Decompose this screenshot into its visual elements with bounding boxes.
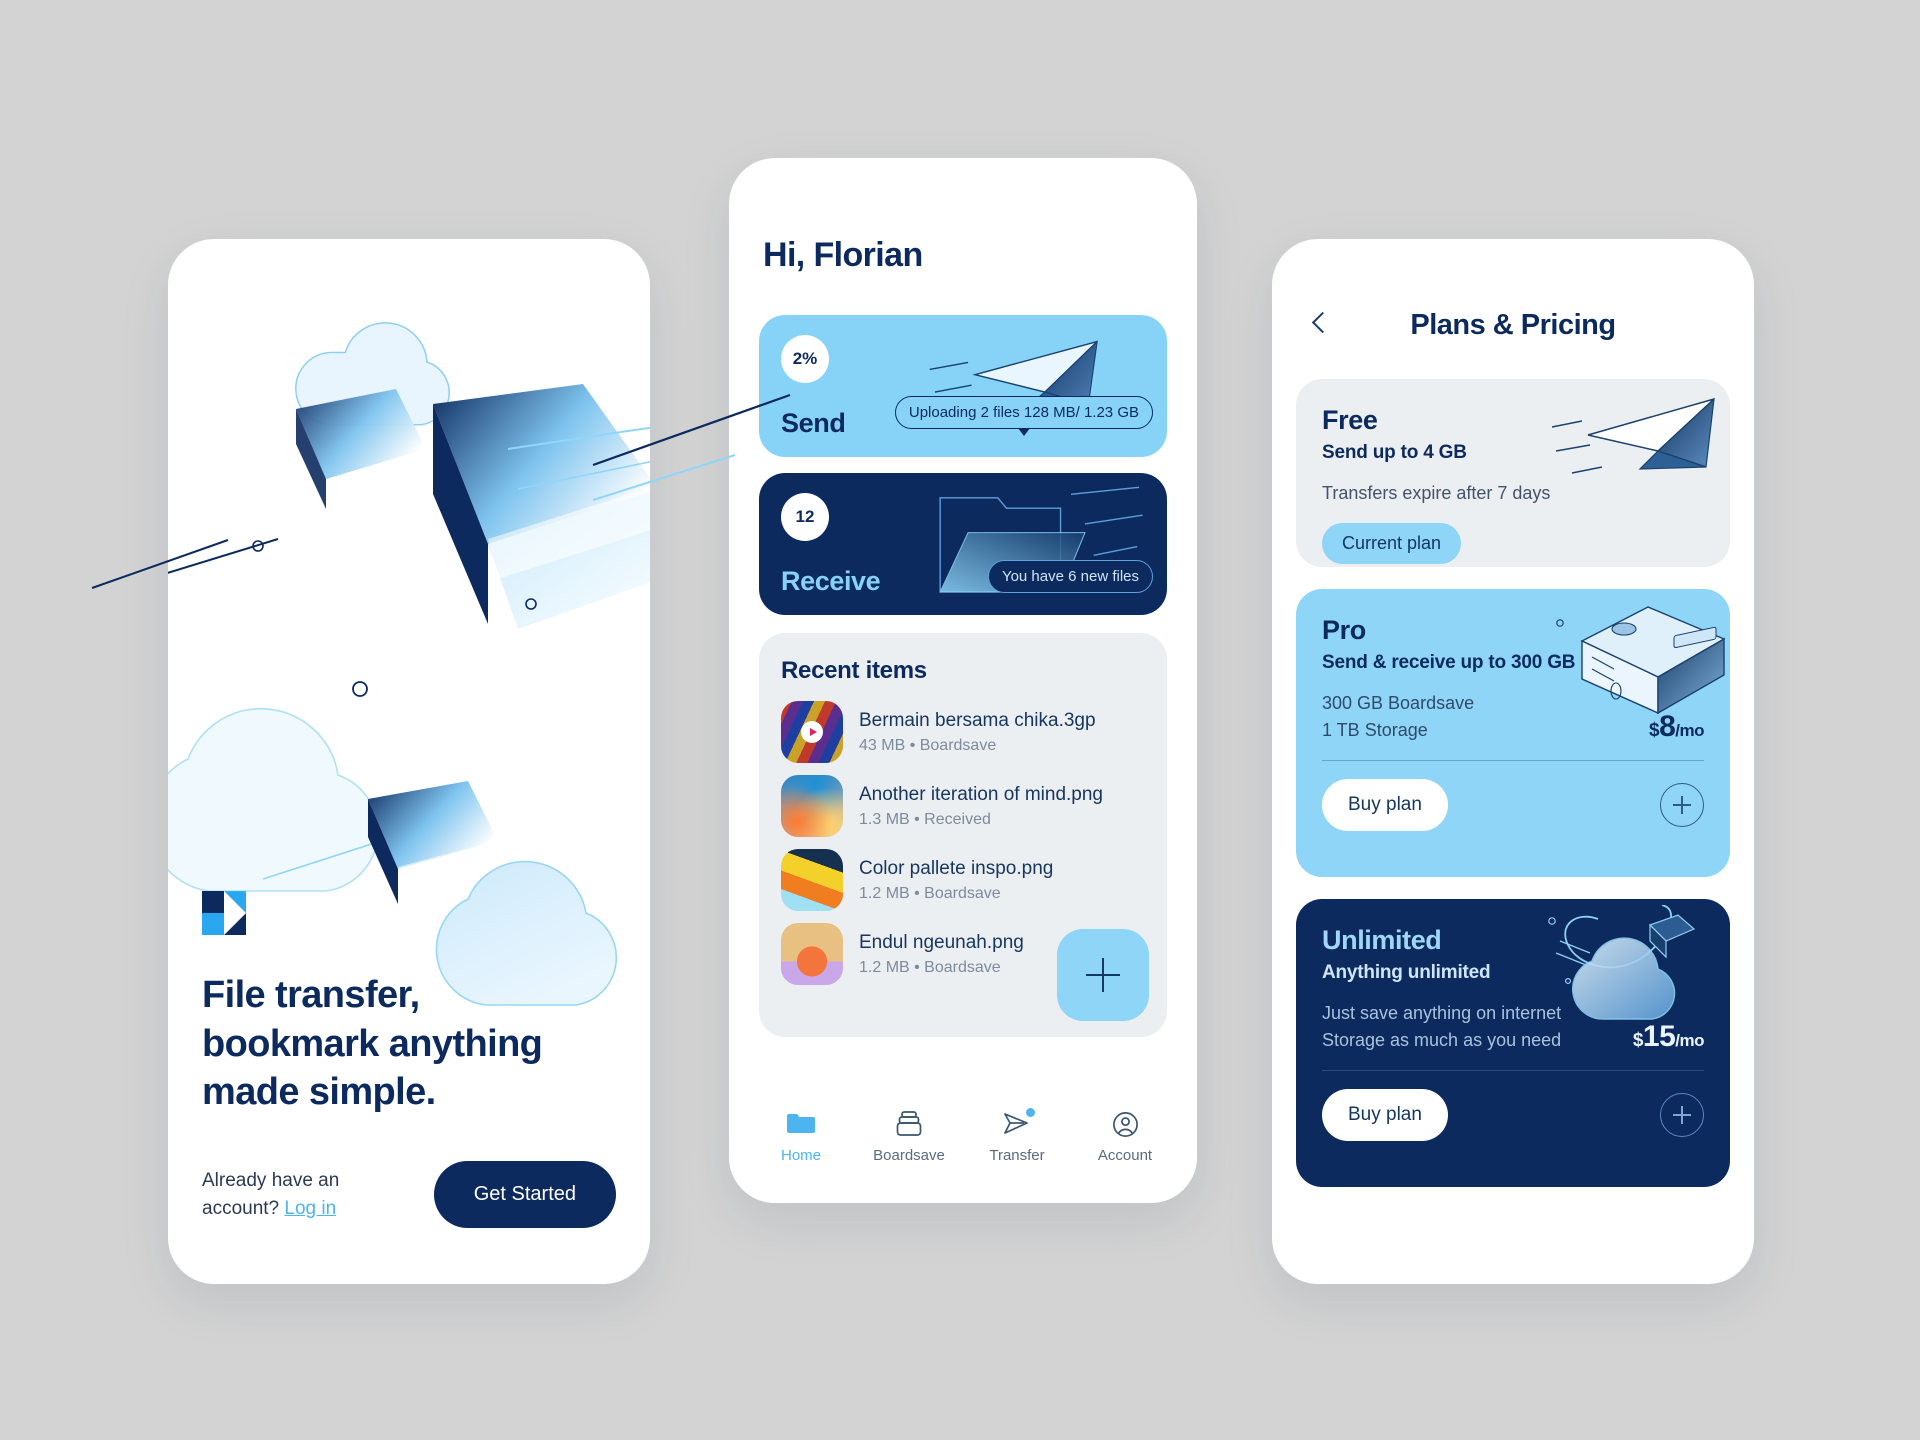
receive-status-pill: You have 6 new files (987, 560, 1153, 593)
notification-dot (1026, 1108, 1035, 1117)
tab-label: Boardsave (873, 1147, 945, 1164)
current-plan-badge[interactable]: Current plan (1322, 523, 1462, 564)
file-name: Color pallete inspo.png (859, 857, 1054, 879)
plan-name: Unlimited (1322, 925, 1442, 955)
recent-items-title: Recent items (781, 657, 927, 684)
plan-tagline: Send & receive up to 300 GB (1322, 652, 1576, 673)
plan-list: Free Send up to 4 GB Transfers expire af… (1272, 351, 1754, 1187)
upload-percent-badge: 2% (781, 335, 829, 383)
home-screen: Hi, Florian 2% Send Uploading 2 files 12… (729, 158, 1197, 1203)
plan-feature: 1 TB Storage (1322, 720, 1428, 740)
get-started-button[interactable]: Get Started (433, 1161, 616, 1228)
plan-description: 300 GB Boardsave 1 TB Storage (1322, 690, 1474, 744)
plan-feature: Just save anything on internet (1322, 1003, 1562, 1023)
send-card-title: Send (781, 408, 846, 438)
file-name: Endul ngeunah.png (859, 931, 1024, 953)
expand-plan-button[interactable] (1660, 783, 1704, 827)
divider (1322, 1070, 1704, 1071)
file-thumbnail (781, 849, 843, 911)
list-item[interactable]: Color pallete inspo.png 1.2 MB • Boardsa… (781, 849, 1145, 911)
tab-label: Home (780, 1147, 821, 1164)
plan-card-free[interactable]: Free Send up to 4 GB Transfers expire af… (1296, 379, 1730, 567)
plan-name: Pro (1322, 615, 1366, 645)
expand-plan-button[interactable] (1660, 1093, 1704, 1137)
price-amount: 15 (1642, 1020, 1676, 1053)
pricing-header: Plans & Pricing (1272, 239, 1754, 351)
tab-label: Account (1097, 1147, 1153, 1164)
tab-label: Transfer (989, 1147, 1045, 1164)
list-item[interactable]: Another iteration of mind.png 1.3 MB • R… (781, 775, 1145, 837)
price-amount: 8 (1659, 710, 1676, 743)
bottom-navigation: Home Boardsave Transfer Account (729, 1095, 1197, 1203)
price-currency: $ (1649, 720, 1660, 741)
plan-feature: Storage as much as you need (1322, 1030, 1562, 1050)
upload-status-pill: Uploading 2 files 128 MB/ 1.23 GB (894, 396, 1153, 436)
recent-items-panel: Recent items Bermain bersama chika.3gp 4… (759, 633, 1167, 1037)
buy-plan-button[interactable]: Buy plan (1322, 779, 1448, 831)
tab-transfer[interactable]: Transfer (974, 1108, 1060, 1164)
file-meta: 1.3 MB • Received (859, 810, 991, 828)
file-name: Bermain bersama chika.3gp (859, 709, 1096, 731)
plan-tagline: Anything unlimited (1322, 962, 1491, 983)
login-link[interactable]: Log in (284, 1198, 336, 1219)
file-thumbnail (781, 923, 843, 985)
tab-account[interactable]: Account (1082, 1109, 1168, 1164)
plan-feature: 300 GB Boardsave (1322, 693, 1475, 713)
tab-boardsave[interactable]: Boardsave (866, 1109, 952, 1164)
user-circle-icon (1112, 1109, 1139, 1139)
price-period: /mo (1675, 1031, 1704, 1050)
screenshot-stage: File transfer, bookmark anything made si… (0, 0, 1920, 1440)
page-title: File transfer, bookmark anything made si… (202, 971, 616, 1117)
greeting: Hi, Florian (763, 236, 923, 274)
plan-card-unlimited[interactable]: Unlimited Anything unlimited Just save a… (1296, 899, 1730, 1187)
file-thumbnail (781, 701, 843, 763)
headline-line-2: bookmark anything (202, 1022, 543, 1065)
add-file-button[interactable] (1057, 929, 1149, 1021)
onboarding-footer: Already have an account? Log in Get Star… (202, 1161, 616, 1228)
receive-card-title: Receive (781, 566, 881, 596)
send-card[interactable]: 2% Send Uploading 2 files 128 MB/ 1.23 G… (759, 315, 1167, 457)
plan-price: $15/mo (1632, 1020, 1705, 1054)
plan-description: Just save anything on internet Storage a… (1322, 1000, 1561, 1054)
plan-price: $8/mo (1649, 710, 1704, 744)
plan-tagline: Send up to 4 GB (1322, 442, 1467, 463)
file-name: Another iteration of mind.png (859, 783, 1103, 805)
receive-count-badge: 12 (781, 493, 829, 541)
plan-name: Free (1322, 405, 1378, 435)
file-meta: 1.2 MB • Boardsave (859, 884, 1001, 902)
home-content: 2% Send Uploading 2 files 128 MB/ 1.23 G… (729, 275, 1197, 1095)
tab-home[interactable]: Home (758, 1109, 844, 1164)
pricing-screen: Plans & Pricing Free Send up to 4 GB Tra… (1272, 239, 1754, 1284)
folder-icon (939, 486, 1143, 593)
plan-description: Transfers expire after 7 days (1322, 483, 1551, 503)
account-prompt: Already have an account? Log in (202, 1167, 392, 1222)
price-currency: $ (1632, 1030, 1644, 1051)
price-period: /mo (1675, 721, 1704, 740)
receive-card[interactable]: 12 Receive You have 6 new files (759, 473, 1167, 615)
archive-icon (896, 1109, 922, 1139)
file-meta: 43 MB • Boardsave (859, 736, 997, 754)
boardsave-logo-icon (202, 891, 246, 936)
paper-plane-icon (929, 340, 1098, 412)
send-icon (1002, 1108, 1035, 1139)
onboarding-screen: File transfer, bookmark anything made si… (168, 239, 650, 1284)
chevron-left-icon[interactable] (1306, 311, 1334, 339)
file-meta: 1.2 MB • Boardsave (859, 958, 1001, 976)
folder-icon (786, 1109, 816, 1139)
play-icon (801, 721, 823, 743)
divider (1322, 760, 1704, 761)
plan-card-pro[interactable]: Pro Send & receive up to 300 GB 300 GB B… (1296, 589, 1730, 877)
buy-plan-button[interactable]: Buy plan (1322, 1089, 1448, 1141)
file-thumbnail (781, 775, 843, 837)
page-title: Plans & Pricing (1410, 308, 1616, 341)
headline-line-3: made simple. (202, 1071, 436, 1114)
list-item[interactable]: Bermain bersama chika.3gp 43 MB • Boards… (781, 701, 1145, 763)
onboarding-content: File transfer, bookmark anything made si… (168, 891, 650, 1284)
headline-line-1: File transfer, (202, 974, 420, 1017)
